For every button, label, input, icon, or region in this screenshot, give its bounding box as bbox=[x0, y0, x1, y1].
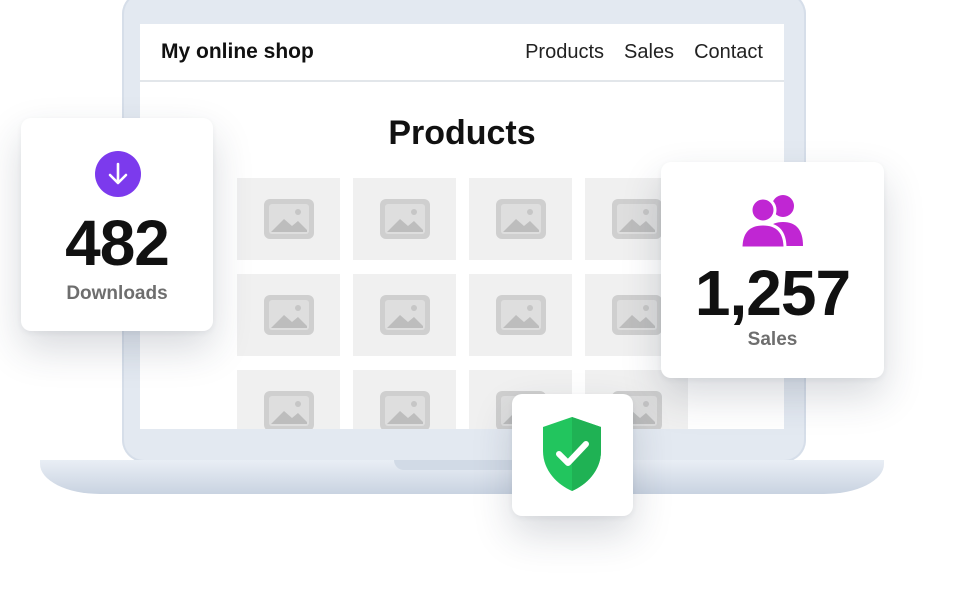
product-tile[interactable] bbox=[353, 274, 456, 356]
product-grid bbox=[237, 178, 688, 429]
product-tile[interactable] bbox=[353, 178, 456, 260]
shield-check-icon bbox=[543, 417, 601, 491]
product-tile[interactable] bbox=[469, 178, 572, 260]
product-tile[interactable] bbox=[469, 274, 572, 356]
sales-count: 1,257 bbox=[694, 257, 851, 329]
downloads-label: Downloads bbox=[66, 283, 168, 304]
image-placeholder-icon bbox=[263, 199, 314, 239]
downloads-count: 482 bbox=[65, 207, 170, 279]
site-brand[interactable]: My online shop bbox=[161, 40, 314, 64]
image-placeholder-icon bbox=[495, 295, 546, 335]
site-nav: Products Sales Contact bbox=[525, 41, 763, 64]
image-placeholder-icon bbox=[495, 199, 546, 239]
sales-stat-card: 1,257 Sales bbox=[661, 162, 884, 378]
nav-link-sales[interactable]: Sales bbox=[624, 41, 674, 64]
users-icon bbox=[739, 195, 803, 248]
page-title: Products bbox=[388, 114, 536, 152]
downloads-stat-card: 482 Downloads bbox=[21, 118, 213, 331]
image-placeholder-icon bbox=[379, 199, 430, 239]
product-tile[interactable] bbox=[353, 370, 456, 429]
security-badge-card bbox=[512, 394, 633, 516]
nav-link-products[interactable]: Products bbox=[525, 41, 604, 64]
image-placeholder-icon bbox=[263, 391, 314, 429]
image-placeholder-icon bbox=[379, 295, 430, 335]
image-placeholder-icon bbox=[263, 295, 314, 335]
product-tile[interactable] bbox=[237, 370, 340, 429]
image-placeholder-icon bbox=[611, 199, 662, 239]
image-placeholder-icon bbox=[611, 295, 662, 335]
sales-label: Sales bbox=[747, 329, 798, 350]
product-tile[interactable] bbox=[237, 178, 340, 260]
site-header: My online shop Products Sales Contact bbox=[140, 24, 784, 82]
nav-link-contact[interactable]: Contact bbox=[694, 41, 763, 64]
arrow-down-icon bbox=[95, 151, 141, 197]
product-tile[interactable] bbox=[237, 274, 340, 356]
image-placeholder-icon bbox=[379, 391, 430, 429]
